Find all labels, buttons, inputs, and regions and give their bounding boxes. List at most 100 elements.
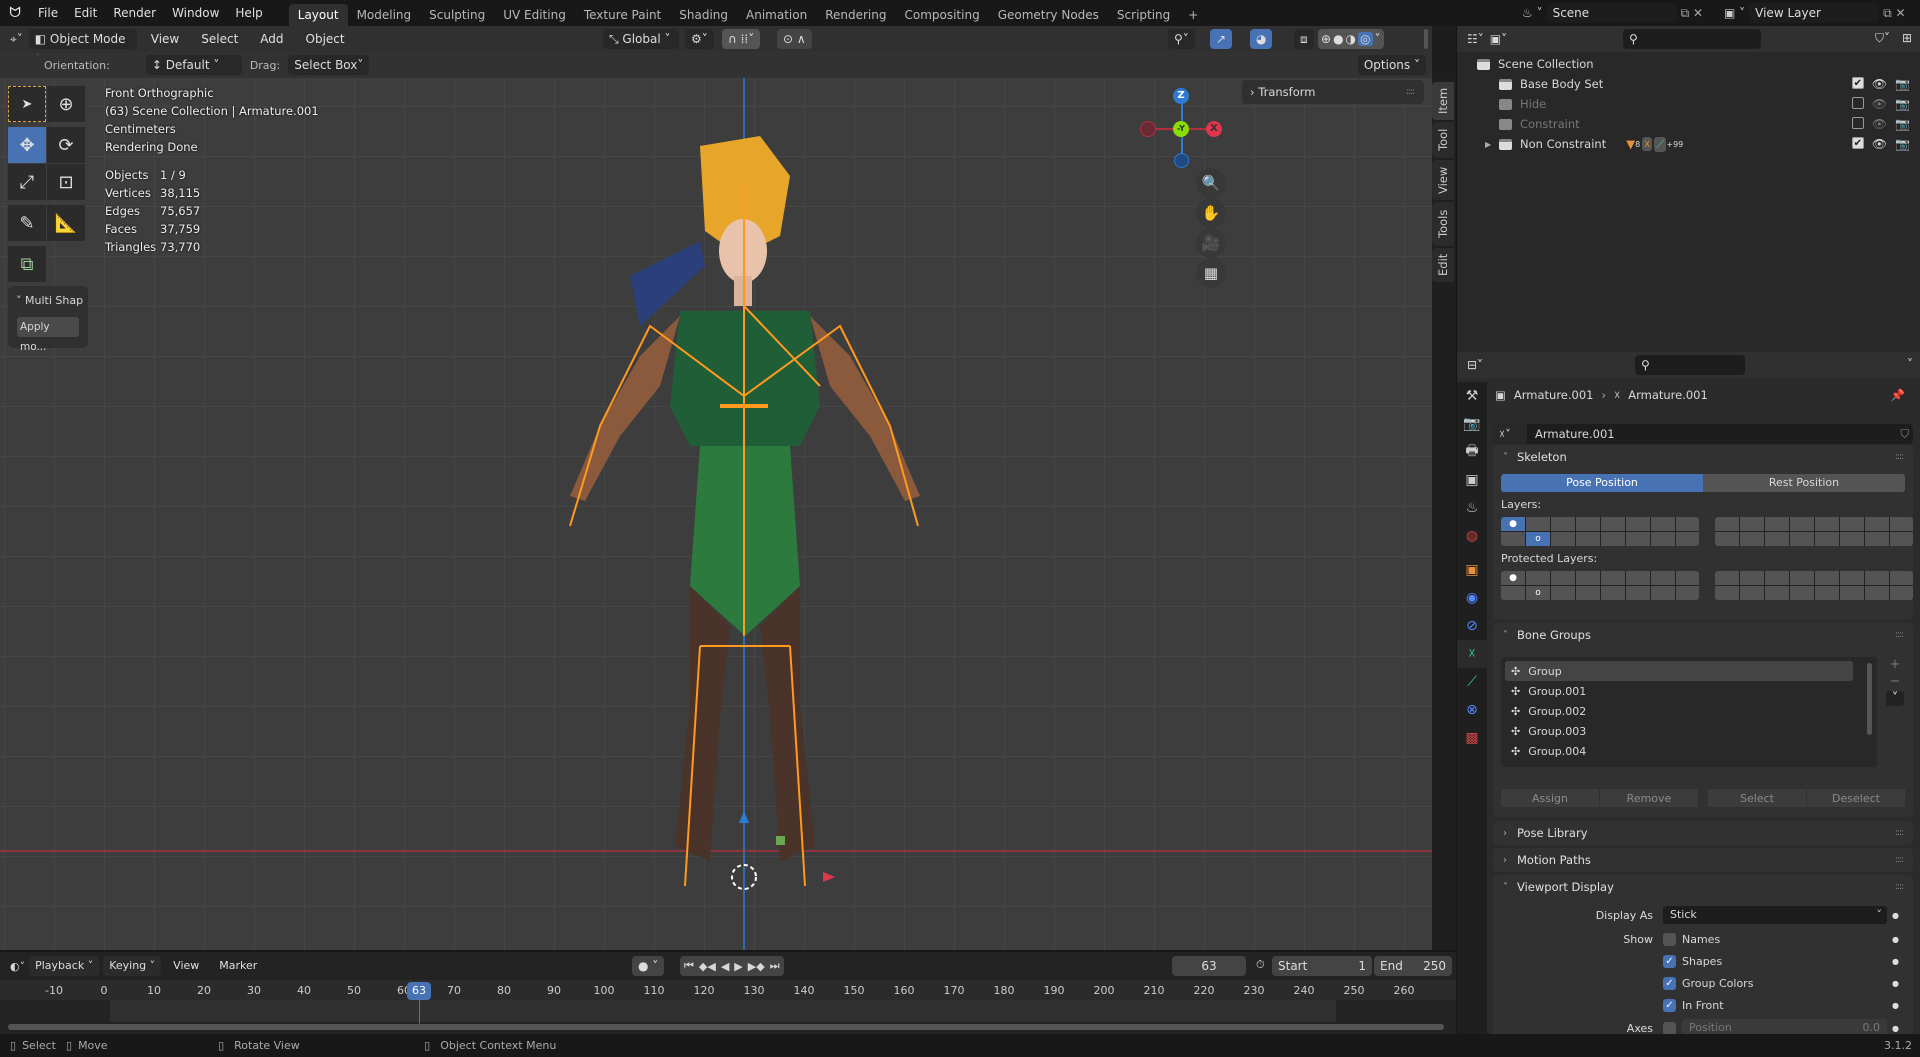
copy-view-layer-icon[interactable]: ⧉ ✕ [1883, 6, 1905, 21]
pan-hand-icon[interactable]: ✋ [1196, 198, 1226, 228]
layer-button[interactable] [1576, 517, 1600, 531]
layer-button[interactable] [1815, 571, 1839, 585]
gizmo-neg-x-axis[interactable] [1140, 121, 1156, 137]
expand-arrow-icon[interactable]: ▶ [1485, 140, 1491, 149]
bone-group-item[interactable]: ✣ Group.004 [1505, 741, 1853, 761]
layer-button[interactable] [1840, 532, 1864, 546]
layer-button[interactable] [1626, 586, 1650, 600]
sidebar-tab-tool[interactable]: Tool [1432, 122, 1454, 158]
layer-button[interactable] [1715, 532, 1739, 546]
jump-end-icon[interactable]: ⏭ [770, 959, 780, 973]
layer-button[interactable] [1840, 517, 1864, 531]
layer-button[interactable] [1526, 571, 1550, 585]
eye-icon[interactable]: 👁 [1872, 137, 1887, 151]
texture-tab-icon[interactable]: ▩ [1457, 724, 1487, 752]
select-button[interactable]: Select [1708, 789, 1806, 807]
gizmo-neg-z-axis[interactable] [1174, 153, 1189, 168]
layer-button[interactable]: ● [1501, 571, 1525, 585]
bone-groups-panel-header[interactable]: ˅ Bone Groups:::: [1493, 623, 1913, 647]
axes-position-field[interactable]: Position 0.0 [1682, 1019, 1887, 1034]
armature-data-name[interactable]: Armature.001 [1527, 427, 1615, 441]
eye-icon[interactable]: 👁 [1872, 117, 1887, 131]
layer-button[interactable] [1576, 532, 1600, 546]
rest-position-button[interactable]: Rest Position [1703, 474, 1905, 492]
tab-modeling[interactable]: Modeling [348, 4, 421, 26]
layer-button[interactable] [1551, 586, 1575, 600]
play-reverse-icon[interactable]: ◀ [721, 960, 729, 973]
layer-button[interactable] [1740, 517, 1764, 531]
layer-button[interactable] [1501, 586, 1525, 600]
bone-tab-icon[interactable]: ⟋ [1457, 668, 1487, 696]
outliner-row[interactable]: ▶ Non Constraint ▼ 8 ☓ ⟋ +99 ✔ 👁 📷 [1477, 134, 1920, 154]
layer-button[interactable] [1790, 571, 1814, 585]
show-names-checkbox[interactable] [1663, 932, 1676, 946]
view-layer-selector[interactable]: ▣ ˅ View Layer ⧉ ✕ [1724, 3, 1906, 23]
layer-button[interactable]: o [1526, 586, 1550, 600]
show-in-front-checkbox[interactable]: ✓ [1663, 998, 1676, 1012]
layer-button[interactable] [1715, 586, 1739, 600]
layer-button[interactable] [1890, 517, 1913, 531]
show-group-colors-checkbox[interactable]: ✓ [1663, 976, 1676, 990]
physics-tab-icon[interactable]: ◉ [1457, 584, 1487, 612]
exclude-checkbox[interactable]: ✔ [1851, 77, 1864, 89]
sidebar-tab-item[interactable]: Item [1432, 82, 1454, 120]
add-group-icon[interactable]: + [1886, 657, 1904, 672]
layer-button[interactable] [1676, 571, 1699, 585]
keyframe-dot-icon[interactable]: ● [1892, 979, 1899, 988]
layer-button[interactable] [1765, 517, 1789, 531]
layer-button[interactable] [1715, 517, 1739, 531]
layer-button[interactable] [1576, 571, 1600, 585]
3d-viewport[interactable]: ⌖˅ ◧ Object Mode ˅ View Select Add Objec… [0, 26, 1432, 950]
jump-start-icon[interactable]: ⏮ [684, 959, 694, 973]
copy-scene-icon[interactable]: ⧉ ✕ [1681, 6, 1703, 21]
pin-icon[interactable]: 📌 [1891, 388, 1905, 402]
display-mode-icon[interactable]: ▣˅ [1490, 32, 1507, 46]
filter-icon[interactable]: ⛉˅ [1875, 31, 1890, 46]
list-scrollbar[interactable] [1867, 663, 1872, 735]
layer-button[interactable] [1576, 586, 1600, 600]
layer-button[interactable] [1626, 571, 1650, 585]
render-camera-icon[interactable]: 📷 [1895, 97, 1910, 111]
axes-checkbox[interactable] [1663, 1021, 1676, 1034]
pose-position-button[interactable]: Pose Position [1501, 474, 1703, 492]
layer-button[interactable] [1626, 517, 1650, 531]
playhead-frame-badge[interactable]: 63 [407, 982, 431, 1000]
menu-help[interactable]: Help [227, 0, 270, 26]
layer-button[interactable] [1865, 571, 1889, 585]
tab-compositing[interactable]: Compositing [895, 4, 988, 26]
layer-button[interactable] [1790, 532, 1814, 546]
skeleton-panel-header[interactable]: ˅ Skeleton:::: [1493, 445, 1913, 469]
keyframe-dot-icon[interactable]: ● [1892, 935, 1899, 944]
auto-keying-icon[interactable]: ● ˅ [632, 956, 665, 976]
layer-button[interactable] [1676, 532, 1699, 546]
tab-scripting[interactable]: Scripting [1108, 4, 1179, 26]
layer-button[interactable] [1526, 517, 1550, 531]
layer-button[interactable] [1865, 532, 1889, 546]
timeline-editor-type-icon[interactable]: ◐˅ [10, 960, 25, 973]
start-frame-field[interactable]: Start 1 [1272, 956, 1372, 976]
layer-button[interactable] [1740, 532, 1764, 546]
bone-group-item[interactable]: ✣ Group.001 [1505, 681, 1853, 701]
add-workspace-icon[interactable]: + [1179, 4, 1207, 26]
gizmo-z-axis[interactable]: Z [1173, 88, 1189, 104]
deselect-button[interactable]: Deselect [1807, 789, 1905, 807]
bone-constraint-tab-icon[interactable]: ⊗ [1457, 696, 1487, 724]
layer-button[interactable] [1501, 532, 1525, 546]
layer-button[interactable]: o [1526, 532, 1550, 546]
blender-logo-icon[interactable]: ᗢ [0, 5, 30, 21]
layer-button[interactable] [1765, 532, 1789, 546]
preview-range-icon[interactable]: ⏱ [1256, 958, 1265, 972]
prev-keyframe-icon[interactable]: ◆◀ [699, 960, 716, 973]
next-keyframe-icon[interactable]: ▶◆ [748, 960, 765, 973]
render-tab-icon[interactable]: 📷 [1457, 410, 1487, 438]
layer-button[interactable] [1651, 586, 1675, 600]
outliner-root[interactable]: Scene Collection [1477, 54, 1920, 74]
tool-tab-icon[interactable]: ⚒ [1457, 382, 1487, 410]
menu-render[interactable]: Render [105, 0, 164, 26]
layer-button[interactable] [1740, 586, 1764, 600]
pose-library-panel[interactable]: › Pose Library:::: [1493, 821, 1913, 845]
outliner-row[interactable]: Constraint 👁 📷 [1477, 114, 1920, 134]
armature-data-field[interactable]: ☓˅ Armature.001 ⛉ [1493, 424, 1913, 444]
layer-button[interactable] [1840, 586, 1864, 600]
output-tab-icon[interactable]: 🖶 [1457, 438, 1487, 466]
